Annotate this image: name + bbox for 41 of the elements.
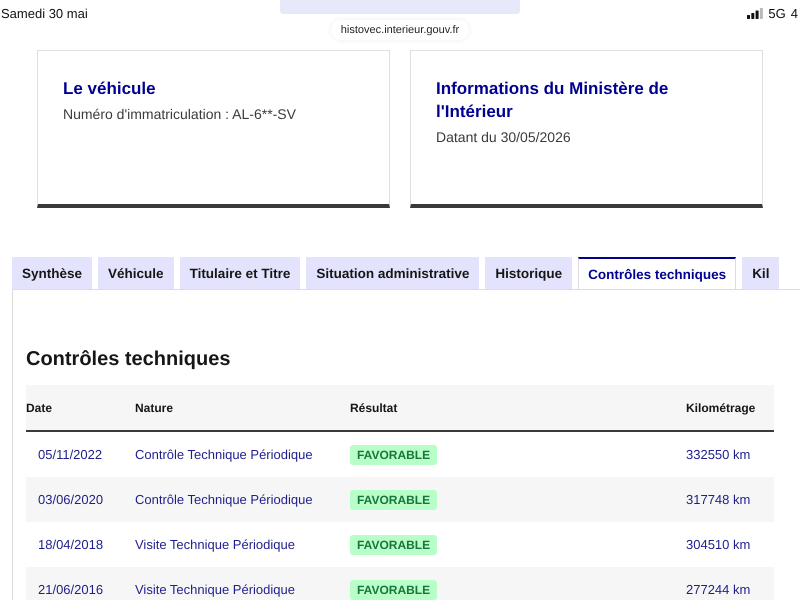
table-row[interactable]: 03/06/2020 Contrôle Technique Périodique FAVORABLE 317748 km bbox=[26, 477, 774, 522]
table-row[interactable]: 21/06/2016 Visite Technique Périodique FAVORABLE 277244 km bbox=[26, 567, 774, 600]
result-badge: FAVORABLE bbox=[350, 580, 438, 600]
table-cell: Visite Technique Périodique bbox=[135, 582, 295, 597]
battery-level-text: 4 bbox=[790, 6, 798, 20]
result-badge: FAVORABLE bbox=[350, 444, 438, 464]
table-cell: Visite Technique Périodique bbox=[135, 537, 295, 552]
table-cell: 317748 km bbox=[686, 492, 750, 507]
tab[interactable]: Kil bbox=[742, 257, 780, 289]
column-header: Nature bbox=[135, 400, 174, 414]
card-text: Numéro d'immatriculation : AL-6**-SV bbox=[63, 106, 297, 122]
table-cell: 277244 km bbox=[686, 582, 750, 597]
network-label: 5G bbox=[768, 6, 786, 20]
tab[interactable]: Historique bbox=[485, 257, 572, 289]
column-header: Date bbox=[26, 400, 52, 414]
table-cell: 332550 km bbox=[686, 447, 750, 462]
table-row[interactable]: 05/11/2022 Contrôle Technique Périodique FAVORABLE 332550 km bbox=[26, 431, 774, 477]
tab[interactable]: Titulaire et Titre bbox=[180, 257, 300, 289]
section-heading: Contrôles techniques bbox=[26, 348, 232, 371]
status-date: Samedi 30 mai bbox=[1, 6, 88, 20]
card-title: Informations du Ministère de l'Intérieur bbox=[436, 78, 670, 123]
table-cell: Contrôle Technique Périodique bbox=[135, 492, 313, 507]
signal-bars-icon bbox=[747, 8, 764, 18]
table-cell: 304510 km bbox=[686, 537, 750, 552]
card-text: Datant du 30/05/2026 bbox=[436, 129, 572, 145]
tab[interactable]: Situation administrative bbox=[306, 257, 480, 289]
table-cell: 05/11/2022 bbox=[38, 447, 102, 462]
tab[interactable]: Véhicule bbox=[98, 257, 174, 289]
table-cell: 03/06/2020 bbox=[38, 492, 104, 507]
address-bar[interactable]: histovec.interieur.gouv.fr bbox=[330, 20, 470, 40]
result-badge: FAVORABLE bbox=[350, 490, 438, 510]
tab[interactable]: Synthèse bbox=[12, 257, 92, 289]
table-row[interactable]: 18/04/2018 Visite Technique Périodique FAVORABLE 304510 km bbox=[26, 522, 774, 567]
table-cell: 21/06/2016 bbox=[38, 582, 104, 597]
result-badge: FAVORABLE bbox=[350, 534, 438, 554]
table-cell: Contrôle Technique Périodique bbox=[135, 447, 313, 462]
column-header: Kilométrage bbox=[686, 400, 756, 414]
column-header: Résultat bbox=[350, 400, 398, 414]
card-title: Le véhicule bbox=[63, 78, 157, 100]
tab[interactable]: Contrôles techniques bbox=[578, 257, 736, 289]
table-cell: 18/04/2018 bbox=[38, 537, 104, 552]
